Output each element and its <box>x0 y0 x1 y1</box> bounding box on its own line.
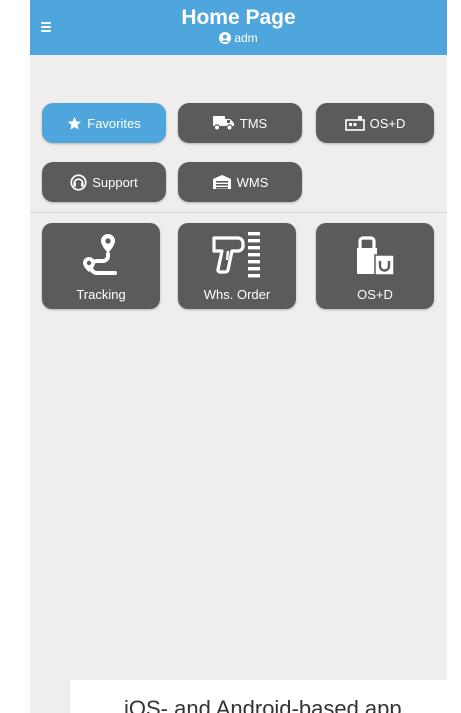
tracking-tile[interactable]: Tracking <box>42 223 160 309</box>
whs-order-tile[interactable]: Whs. Order <box>178 223 296 309</box>
warehouse-icon <box>212 174 232 190</box>
tab-tms[interactable]: TMS <box>178 103 302 143</box>
tab-label: OS+D <box>369 115 406 131</box>
tab-wms[interactable]: WMS <box>178 162 302 202</box>
tile-label: OS+D <box>357 287 393 302</box>
osd-tile[interactable]: OS+D <box>316 223 434 309</box>
user-icon <box>219 32 232 44</box>
tile-label: Whs. Order <box>203 287 271 302</box>
screenshot-stage: Home Page adm Favorites TMS OS+D Support… <box>0 0 461 713</box>
tab-label: Support <box>92 174 138 190</box>
tab-osd[interactable]: OS+D <box>316 103 434 143</box>
user-name: adm <box>234 31 258 45</box>
tile-label: Tracking <box>76 287 126 302</box>
current-user: adm <box>30 31 447 45</box>
tab-label: Favorites <box>87 115 141 131</box>
app-screen: Home Page adm Favorites TMS OS+D Support… <box>30 0 447 713</box>
truck-icon <box>212 115 235 131</box>
damaged-package-icon <box>316 229 434 281</box>
page-title: Home Page <box>181 6 296 29</box>
tab-label: WMS <box>236 174 269 190</box>
tab-label: TMS <box>239 115 268 131</box>
tab-favorites[interactable]: Favorites <box>42 103 166 143</box>
tab-support[interactable]: Support <box>42 162 166 202</box>
star-icon <box>67 116 82 131</box>
section-divider <box>30 212 447 213</box>
pallet-icon <box>344 115 365 131</box>
app-header: Home Page adm <box>30 0 447 55</box>
barcode-scanner-icon <box>178 229 296 281</box>
figure-caption: iOS- and Android-based app <box>70 680 461 713</box>
route-pin-icon <box>42 229 160 281</box>
caption-text: iOS- and Android-based app <box>124 696 402 713</box>
headset-icon <box>70 173 87 191</box>
